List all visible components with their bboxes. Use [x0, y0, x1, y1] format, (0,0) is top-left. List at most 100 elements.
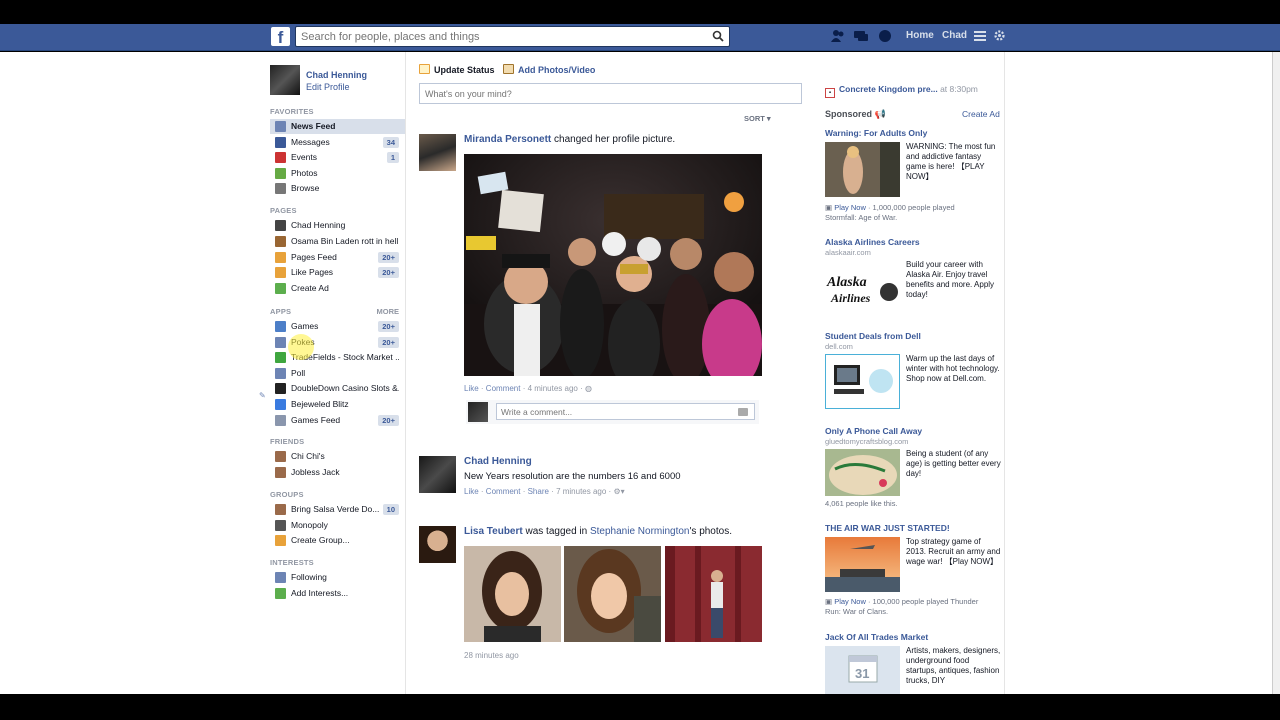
story3-photo-1[interactable]: [464, 546, 561, 642]
favorites-item[interactable]: News Feed: [270, 119, 405, 134]
svg-text:Airlines: Airlines: [830, 291, 871, 305]
story3-photo-3[interactable]: [665, 546, 762, 642]
story2-like-link[interactable]: Like: [464, 487, 479, 496]
pages-item[interactable]: Like Pages 20+: [270, 265, 405, 280]
profile-link[interactable]: Chad: [942, 30, 967, 41]
create-ad-link[interactable]: Create Ad: [962, 109, 1000, 119]
interests-item[interactable]: Following: [270, 570, 405, 585]
calendar-icon: ▪: [825, 88, 835, 98]
friends-item[interactable]: Chi Chi's: [270, 449, 405, 464]
story1-photo[interactable]: [464, 154, 762, 376]
groups-item[interactable]: Create Group...: [270, 533, 405, 548]
profile-name-link[interactable]: Chad Henning: [306, 70, 367, 80]
apps-item[interactable]: Games 20+: [270, 319, 405, 334]
groups-item[interactable]: Monopoly: [270, 518, 405, 533]
favorites-item[interactable]: Photos: [270, 166, 405, 181]
search-box[interactable]: [295, 26, 730, 47]
event-title[interactable]: Concrete Kingdom pre...: [839, 84, 938, 94]
apps-item-label: Bejeweled Blitz: [291, 399, 349, 409]
ad5-title[interactable]: THE AIR WAR JUST STARTED!: [825, 523, 950, 533]
groups-item[interactable]: Bring Salsa Verde Do... 10: [270, 502, 405, 517]
update-status-tab[interactable]: Update Status: [419, 64, 495, 75]
story1-like-link[interactable]: Like: [464, 384, 479, 393]
notifications-globe-icon[interactable]: [877, 29, 893, 43]
ad6-title[interactable]: Jack Of All Trades Market: [825, 632, 928, 642]
camera-icon[interactable]: [738, 408, 748, 416]
ad6-image[interactable]: 31: [825, 646, 900, 694]
favorites-item-label: Events: [291, 152, 317, 163]
story1-author-link[interactable]: Miranda Personett: [464, 134, 551, 145]
privacy-gear-icon[interactable]: ⚙▾: [613, 487, 624, 496]
friends-item[interactable]: Jobless Jack: [270, 465, 405, 480]
favorites-item[interactable]: Browse: [270, 181, 405, 196]
favorites-item[interactable]: Events 1: [270, 150, 405, 165]
story3-tagger-link[interactable]: Stephanie Normington: [590, 526, 690, 537]
story1-comment-link[interactable]: Comment: [486, 384, 521, 393]
privacy-shortcuts-icon[interactable]: [974, 30, 986, 41]
apps-header: APPS: [270, 307, 292, 316]
dell-computer-picture: [834, 365, 893, 394]
facebook-logo-icon[interactable]: f: [271, 27, 290, 46]
sort-dropdown[interactable]: SORT ▾: [744, 114, 771, 123]
story3-photo-2[interactable]: [564, 546, 661, 642]
portrait-photo-2: [564, 546, 661, 642]
upcoming-event[interactable]: ▪ Concrete Kingdom pre... at 8:30pm: [825, 84, 978, 98]
ad4-image[interactable]: [825, 449, 900, 504]
edit-profile-link[interactable]: Edit Profile: [306, 82, 350, 92]
home-link[interactable]: Home: [906, 30, 934, 41]
story2-comment-link[interactable]: Comment: [486, 487, 521, 496]
favorites-item-icon: [275, 136, 286, 148]
story3-timestamp[interactable]: 28 minutes ago: [464, 651, 519, 660]
ad5-body: Top strategy game of 2013. Recruit an ar…: [906, 537, 1001, 566]
ad1-image[interactable]: [825, 142, 900, 197]
ad3-image[interactable]: [825, 354, 900, 409]
add-photos-tab[interactable]: Add Photos/Video: [503, 64, 595, 75]
comment-input[interactable]: [497, 404, 727, 419]
apps-item-label: DoubleDown Casino Slots &...: [291, 383, 399, 394]
ad2-body: Build your career with Alaska Air. Enjoy…: [906, 260, 995, 299]
favorites-item-icon: [275, 121, 286, 132]
pages-item[interactable]: Osama Bin Laden rott in hell: [270, 234, 405, 249]
story1-timestamp[interactable]: 4 minutes ago: [528, 384, 578, 393]
ad3-title[interactable]: Student Deals from Dell: [825, 331, 921, 341]
apps-item[interactable]: Games Feed 20+: [270, 413, 405, 428]
settings-gear-icon[interactable]: [994, 30, 1005, 41]
apps-more-link[interactable]: MORE: [377, 307, 400, 316]
favorites-item-label: Browse: [291, 183, 320, 194]
search-icon[interactable]: [712, 30, 724, 42]
story3-author-link[interactable]: Lisa Teubert: [464, 526, 523, 537]
search-input[interactable]: [296, 27, 696, 46]
pages-item[interactable]: Pages Feed 20+: [270, 250, 405, 265]
ad2-title[interactable]: Alaska Airlines Careers: [825, 237, 920, 247]
status-input[interactable]: [420, 84, 790, 103]
story2-share-link[interactable]: Share: [528, 487, 549, 496]
edit-pencil-icon[interactable]: ✎: [259, 391, 266, 400]
friend-requests-icon[interactable]: [830, 29, 846, 43]
ad2-image[interactable]: Alaska Airlines: [825, 260, 900, 315]
interests-item[interactable]: Add Interests...: [270, 586, 405, 601]
status-box[interactable]: [419, 83, 802, 104]
groups-item-count: 10: [382, 504, 399, 515]
comment-field[interactable]: [496, 403, 755, 420]
story2-author-link[interactable]: Chad Henning: [464, 456, 532, 467]
profile-avatar[interactable]: [270, 65, 300, 95]
ad5-play-now[interactable]: Play Now: [834, 597, 866, 606]
lisa-avatar[interactable]: [419, 526, 456, 563]
apps-item[interactable]: Poll: [270, 366, 405, 381]
ad1-play-now[interactable]: Play Now: [834, 203, 866, 212]
ad4-title[interactable]: Only A Phone Call Away: [825, 426, 922, 436]
apps-item[interactable]: Bejeweled Blitz: [270, 397, 405, 412]
favorites-item-icon: [275, 152, 286, 164]
miranda-avatar[interactable]: [419, 134, 456, 171]
pages-item[interactable]: Create Ad: [270, 281, 405, 296]
ad1-title[interactable]: Warning: For Adults Only: [825, 128, 927, 138]
messages-icon[interactable]: [853, 29, 869, 43]
apps-item[interactable]: DoubleDown Casino Slots &...: [270, 381, 405, 396]
favorites-item[interactable]: Messages 34: [270, 135, 405, 150]
svg-text:31: 31: [855, 666, 869, 681]
scrollbar[interactable]: [1272, 52, 1280, 694]
pages-item[interactable]: Chad Henning: [270, 218, 405, 233]
chad-avatar[interactable]: [419, 456, 456, 493]
story2-timestamp[interactable]: 7 minutes ago: [556, 487, 606, 496]
ad5-image[interactable]: [825, 537, 900, 592]
